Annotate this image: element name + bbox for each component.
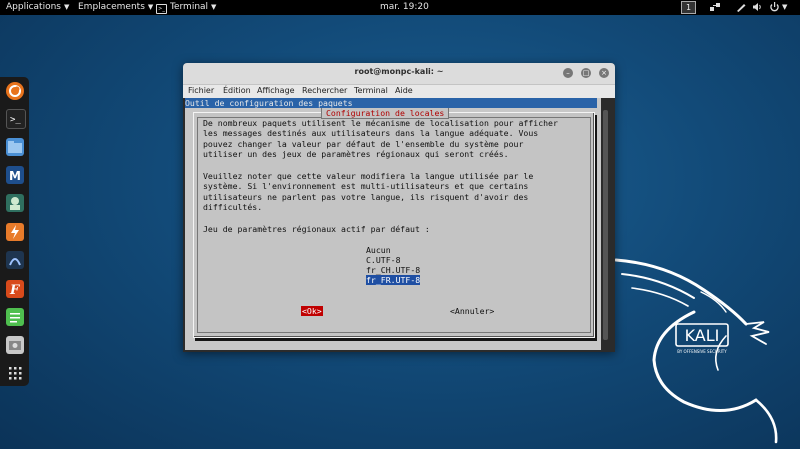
applications-label: Applications [6, 2, 61, 12]
leafpad-icon[interactable] [6, 308, 24, 326]
volume-icon[interactable] [752, 2, 763, 12]
app-grid-icon[interactable] [6, 364, 24, 382]
applications-menu[interactable]: Applications ▼ [6, 1, 69, 14]
tui-backtitle: Outil de configuration des paquets [185, 98, 597, 108]
firefox-icon[interactable] [6, 82, 24, 100]
dialog-paragraph-2: Veuillez noter que cette valeur modifier… [203, 171, 534, 212]
ok-button[interactable]: <Ok> [301, 306, 323, 316]
chevron-down-icon: ▼ [211, 3, 217, 11]
places-menu[interactable]: Emplacements ▼ [78, 1, 153, 14]
network-icon[interactable] [710, 2, 721, 12]
clock[interactable]: mar. 19:20 [380, 1, 429, 14]
screenshot-icon[interactable] [6, 336, 24, 354]
menu-aide[interactable]: Aide [395, 86, 413, 95]
kali-dragon-logo: KALI BY OFFENSIVE SECURITY [614, 258, 778, 444]
workspace-indicator[interactable]: 1 [681, 1, 696, 14]
window-title: root@monpc-kali: ~ [354, 67, 444, 76]
window-titlebar[interactable]: root@monpc-kali: ~ – □ × [183, 63, 615, 85]
chevron-down-icon[interactable]: ▼ [782, 1, 787, 14]
svg-text:>_: >_ [10, 115, 21, 125]
top-panel: Applications ▼ Emplacements ▼ >_ Terminal ▼ … [0, 0, 800, 15]
menu-affichage[interactable]: Affichage [257, 86, 295, 95]
terminal-screen[interactable]: Outil de configuration des paquets Confi… [185, 98, 611, 350]
minimize-button[interactable]: – [563, 68, 573, 78]
terminal-window: root@monpc-kali: ~ – □ × Fichier Édition… [183, 63, 615, 352]
dialog-prompt: Jeu de paramètres régionaux actif par dé… [203, 224, 430, 234]
chevron-down-icon: ▼ [147, 3, 154, 11]
locale-option[interactable]: C.UTF-8 [366, 255, 401, 265]
window-menubar: Fichier Édition Affichage Rechercher Ter… [183, 85, 615, 98]
terminal-app-menu[interactable]: >_ Terminal ▼ [156, 1, 216, 14]
files-icon[interactable] [6, 138, 24, 156]
locale-option[interactable]: Aucun [366, 245, 391, 255]
chevron-down-icon: ▼ [63, 3, 70, 11]
dialog-paragraph-1: De nombreux paquets utilisent le mécanis… [203, 118, 558, 159]
burpsuite-icon[interactable] [6, 223, 24, 241]
locale-option-selected[interactable]: fr_FR.UTF-8 [366, 275, 421, 285]
pen-tool-icon[interactable] [736, 2, 747, 12]
cancel-button[interactable]: <Annuler> [450, 306, 494, 316]
locale-option[interactable]: fr_CH.UTF-8 [366, 265, 420, 275]
terminal-icon: >_ [156, 4, 167, 14]
close-button[interactable]: × [599, 68, 609, 78]
armitage-icon[interactable] [6, 194, 24, 212]
terminal-app-label: Terminal [170, 2, 209, 12]
terminal-scrollbar[interactable] [601, 98, 611, 350]
svg-text:F: F [9, 283, 20, 298]
svg-text:M: M [9, 169, 21, 183]
menu-fichier[interactable]: Fichier [188, 86, 214, 95]
places-label: Emplacements [78, 2, 145, 12]
kali-logo-subtext: BY OFFENSIVE SECURITY [677, 349, 727, 354]
metasploit-icon[interactable]: M [6, 166, 24, 184]
menu-rechercher[interactable]: Rechercher [302, 86, 347, 95]
menu-terminal[interactable]: Terminal [354, 86, 388, 95]
faraday-icon[interactable]: F [6, 280, 24, 298]
kali-logo-text: KALI [685, 326, 720, 345]
menu-edition[interactable]: Édition [223, 86, 251, 95]
terminal-icon[interactable]: >_ [6, 109, 26, 129]
scrollbar-thumb[interactable] [603, 110, 608, 340]
beef-icon[interactable] [6, 251, 24, 269]
maximize-button[interactable]: □ [581, 68, 591, 78]
locales-dialog: Configuration de locales De nombreux paq… [193, 108, 595, 338]
dock: >_ M F [0, 77, 29, 386]
power-icon[interactable] [769, 2, 780, 12]
